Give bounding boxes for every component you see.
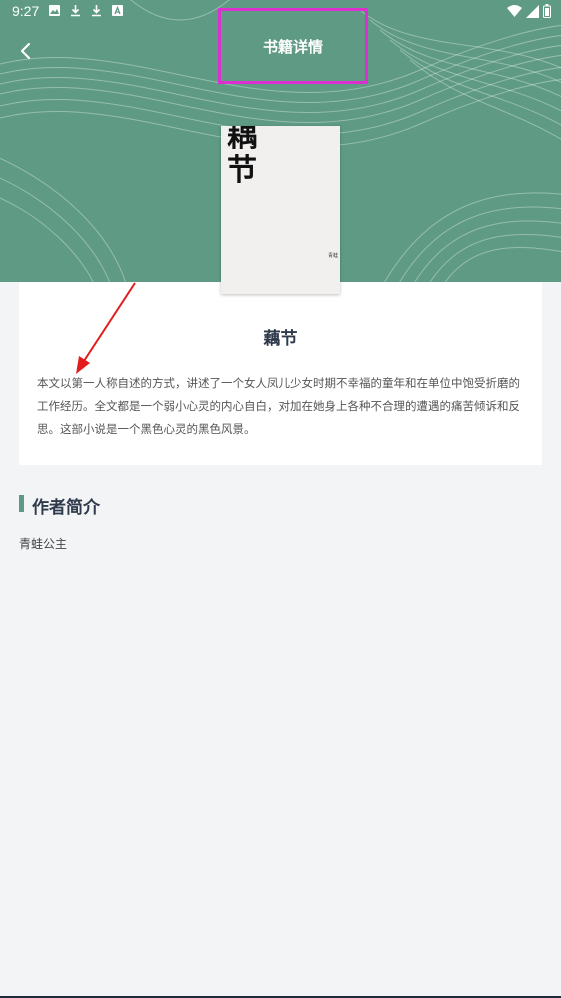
author-intro: 青蛙公主 <box>19 537 68 551</box>
back-button[interactable] <box>16 40 38 62</box>
image-icon <box>48 4 62 18</box>
signal-icon <box>526 4 539 22</box>
book-description: 本文以第一人称自述的方式，讲述了一个女人凤儿少女时期不幸福的童年和在单位中饱受折… <box>37 376 520 436</box>
cover-author: 青蛙 <box>327 253 338 259</box>
author-section-title: 作者简介 <box>32 498 100 518</box>
book-cover[interactable]: 耦节 青蛙 <box>221 126 340 294</box>
book-name: 藕节 <box>263 329 298 349</box>
section-accent-bar <box>19 495 24 512</box>
chevron-left-icon <box>20 42 31 60</box>
font-icon <box>111 4 125 18</box>
download-icon <box>90 4 104 18</box>
cover-title: 耦节 <box>227 126 257 188</box>
status-time: 9:27 <box>12 3 40 19</box>
page-title: 书籍详情 <box>218 8 368 84</box>
download-icon <box>69 4 83 18</box>
wifi-icon <box>507 4 522 22</box>
battery-icon <box>543 4 551 22</box>
